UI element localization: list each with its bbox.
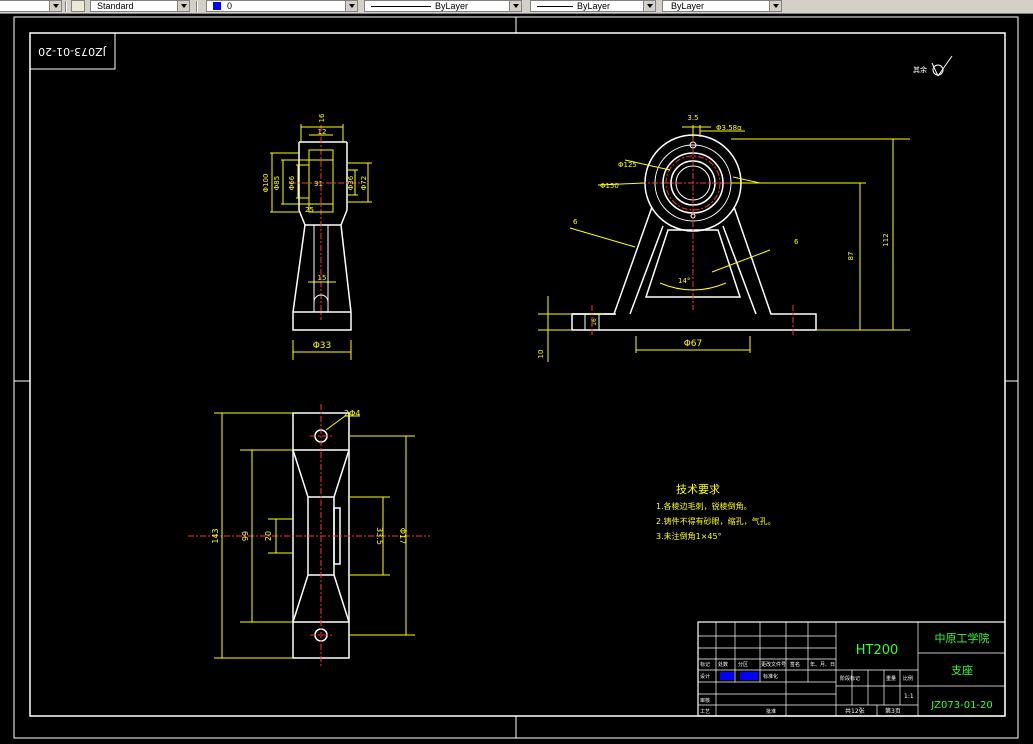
chevron-down-icon[interactable] [509, 1, 521, 11]
tb-material: HT200 [856, 643, 899, 658]
side-view: 16 12 Φ100 Φ85 Φ66 Φ72 Φ36 31 15 Φ33 25 [262, 113, 372, 360]
linetype-combo[interactable]: ByLayer [364, 0, 522, 12]
tb-header-signature: 签名 [790, 661, 800, 668]
text-style-icon[interactable] [71, 0, 85, 12]
layer-color-swatch [213, 2, 221, 10]
dim-side-15: 15 [318, 274, 327, 282]
tb-stage-mark: 阶段标记 [840, 675, 860, 682]
dim-side-12: 12 [318, 128, 327, 136]
tb-row-approve: 批准 [766, 708, 776, 715]
toolbar-separator [196, 1, 198, 12]
dim-side-phi72: Φ72 [360, 176, 368, 190]
toolbar-separator [65, 1, 67, 12]
tb-total-sheets: 共12张 [845, 707, 865, 715]
tech-req-item-3: 3.未注倒角1×45° [656, 531, 722, 541]
top-view: 143 99 20 33.5 Φ17 2Φ4 [188, 404, 430, 668]
chevron-down-icon[interactable] [345, 1, 357, 11]
tb-header-zone: 分区 [738, 661, 748, 668]
tech-req-title: 技术要求 [676, 483, 720, 496]
dim-side-phi33: Φ33 [313, 341, 332, 351]
tb-drawing-number: JZ073-01-20 [930, 700, 993, 711]
chevron-down-icon[interactable] [769, 1, 781, 11]
dim-side-16: 16 [318, 113, 326, 122]
plotstyle-combo[interactable]: ByLayer [662, 0, 782, 12]
roughness-note: 其余 [913, 65, 927, 74]
tb-header-change-doc: 更改文件号 [761, 661, 786, 668]
tb-header-mark: 标记 [700, 661, 710, 668]
tb-part-name: 支座 [951, 663, 973, 677]
text-style-value: Standard [97, 1, 134, 11]
dim-front-6-right: 6 [794, 238, 799, 246]
centering-marks [14, 17, 1018, 738]
linetype-sample [371, 6, 431, 7]
dimension-style-combo[interactable] [0, 0, 62, 12]
dim-top-99: 99 [241, 531, 250, 541]
drawing-canvas[interactable]: JZ073-01-20 其余 16 12 Φ100 Φ85 Φ66 Φ72 Φ3… [0, 14, 1033, 740]
dim-top-20: 20 [264, 531, 273, 541]
mirrored-drawing-code: JZ073-01-20 [38, 45, 107, 58]
tb-scale-header: 比例 [903, 675, 913, 682]
dim-front-phi67: Φ67 [684, 339, 703, 349]
dim-side-31: 31 [314, 180, 323, 188]
chevron-down-icon[interactable] [177, 1, 189, 11]
technical-requirements: 技术要求 1.各棱边毛刺，锐棱倒角。 2.铸件不得有砂眼，缩孔，气孔。 3.未注… [656, 483, 776, 541]
lineweight-sample [537, 6, 573, 7]
dim-side-25: 25 [305, 206, 314, 214]
tb-weight: 重量 [886, 675, 896, 682]
dim-top-phi17: Φ17 [398, 528, 407, 544]
dim-top-33-5: 33.5 [375, 527, 384, 545]
tb-school: 中原工学院 [935, 631, 990, 645]
dim-top-2phi4: 2Φ4 [344, 409, 360, 418]
lineweight-combo[interactable]: ByLayer [530, 0, 656, 12]
properties-toolbar: Standard 0 ByLayer ByLayer ByLayer [0, 0, 1033, 14]
dim-front-14deg: 14° [678, 277, 690, 285]
dim-side-phi36: Φ36 [347, 175, 355, 190]
tb-row-review: 审核 [700, 697, 710, 704]
dim-front-3-5: 3.5 [687, 114, 698, 122]
layer-name: 0 [227, 1, 233, 11]
dim-front-phi3-58: Φ3.58α [716, 124, 742, 132]
dim-front-87: 87 [847, 252, 855, 261]
tb-sheet-number: 第3页 [885, 707, 901, 715]
tb-scale-value: 1:1 [904, 693, 914, 700]
dim-front-phi150: Φ150 [600, 182, 619, 190]
sheet-inner-border [29, 32, 1006, 717]
dim-front-6-left: 6 [573, 218, 578, 226]
roughness-symbol-icon [931, 55, 953, 77]
dim-side-phi100: Φ100 [262, 174, 270, 193]
dim-side-phi85: Φ85 [273, 176, 281, 190]
cad-drawing: JZ073-01-20 其余 16 12 Φ100 Φ85 Φ66 Φ72 Φ3… [13, 16, 1019, 739]
tb-row-standard: 标准化 [763, 673, 778, 680]
front-view: 3.5 Φ3.58α Φ125 Φ150 6 6 87 112 14° Φ67 … [537, 114, 910, 362]
sheet-outer-border [13, 16, 1019, 739]
title-block: 标记 处数 分区 更改文件号 签名 年、月、日 设计 审核 工艺 标准化 批准 … [697, 621, 1006, 717]
dim-front-10: 10 [537, 350, 545, 359]
linetype-value: ByLayer [435, 1, 469, 11]
tb-row-process: 工艺 [700, 709, 710, 715]
dim-front-112: 112 [882, 233, 890, 246]
tech-req-item-2: 2.铸件不得有砂眼，缩孔，气孔。 [656, 516, 776, 526]
plotstyle-value: ByLayer [671, 1, 705, 11]
dim-top-143: 143 [211, 528, 220, 543]
dim-side-phi66: Φ66 [288, 175, 296, 190]
tb-header-count: 处数 [718, 661, 728, 668]
layer-combo[interactable]: 0 [206, 0, 358, 12]
dim-front-16: 16 [591, 318, 598, 326]
chevron-down-icon[interactable] [643, 1, 655, 11]
lineweight-value: ByLayer [577, 1, 611, 11]
dim-front-phi125: Φ125 [618, 161, 637, 169]
tb-header-date: 年、月、日 [810, 661, 835, 668]
text-style-combo[interactable]: Standard [90, 0, 190, 12]
tb-row-design: 设计 [700, 673, 710, 680]
tech-req-item-1: 1.各棱边毛刺，锐棱倒角。 [656, 501, 752, 511]
